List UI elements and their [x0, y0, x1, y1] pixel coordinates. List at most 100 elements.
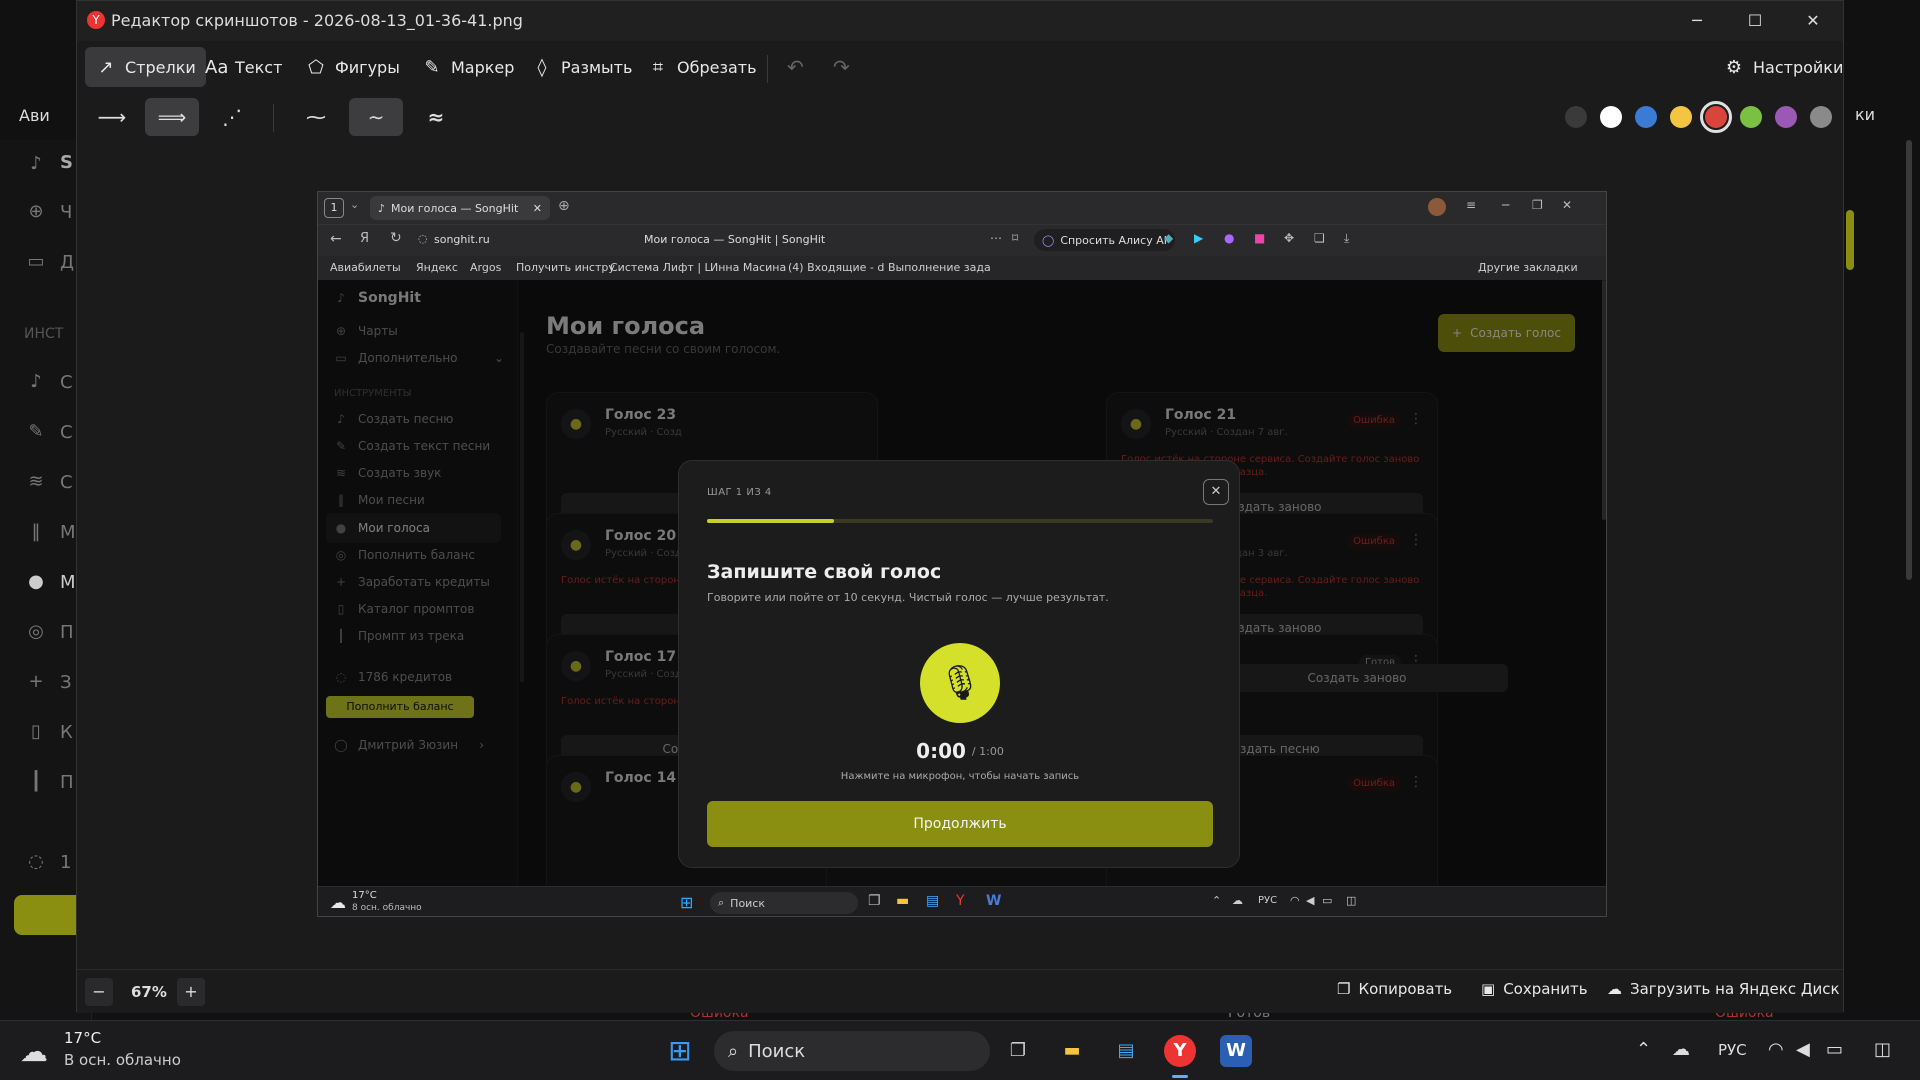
- arrow-style-bold-button[interactable]: ⟹: [145, 98, 199, 136]
- color-swatch[interactable]: [1670, 106, 1692, 128]
- bookmark-item[interactable]: Argos: [470, 261, 501, 274]
- wifi-icon[interactable]: ◠: [1290, 894, 1300, 907]
- color-swatch[interactable]: [1700, 101, 1732, 133]
- arrow-style-dotted-button[interactable]: ⋰: [205, 98, 259, 136]
- other-bookmarks[interactable]: Другие закладки: [1478, 261, 1578, 274]
- stroke-thin-button[interactable]: ⁓: [289, 98, 343, 136]
- stroke-thick-button[interactable]: ≈: [409, 98, 463, 136]
- save-button[interactable]: ▣ Сохранить: [1481, 980, 1588, 998]
- avatar[interactable]: [1428, 198, 1446, 216]
- bookmark-item[interactable]: Выполнение зада: [888, 261, 991, 274]
- yandex-icon[interactable]: Я: [360, 231, 369, 246]
- word-icon[interactable]: W: [986, 893, 1001, 909]
- tool-blur-button[interactable]: ◊ Размыть: [521, 47, 642, 87]
- arrow-style-thin-button[interactable]: ⟶: [85, 98, 139, 136]
- cloud-icon[interactable]: ☁: [1232, 894, 1243, 907]
- battery-icon[interactable]: ▭: [1322, 894, 1332, 907]
- extension-icon[interactable]: ◆: [1164, 231, 1173, 245]
- more-icon[interactable]: ⋯: [990, 231, 1002, 245]
- color-swatch[interactable]: [1810, 106, 1832, 128]
- cloud-icon[interactable]: ☁: [1672, 1039, 1690, 1060]
- word-icon[interactable]: W: [1220, 1035, 1252, 1067]
- file-explorer-icon[interactable]: ▬: [896, 893, 909, 909]
- upload-yandex-disk-button[interactable]: ☁ Загрузить на Яндекс Диск: [1607, 980, 1840, 998]
- modal-backdrop[interactable]: ШАГ 1 ИЗ 4 ✕ Запишите свой голос Говорит…: [318, 280, 1606, 886]
- task-view-icon[interactable]: ❐: [868, 893, 881, 909]
- collections-icon[interactable]: ❏: [1314, 231, 1325, 245]
- tool-crop-button[interactable]: ⌗ Обрезать: [637, 47, 767, 87]
- volume-icon[interactable]: ◀: [1796, 1039, 1810, 1060]
- copy-button[interactable]: ❐ Копировать: [1337, 980, 1452, 998]
- undo-icon[interactable]: ↶: [787, 55, 804, 79]
- notifications-icon[interactable]: ◫: [1874, 1039, 1891, 1060]
- extension-icon[interactable]: ●: [1224, 231, 1234, 245]
- yandex-browser-icon[interactable]: Y: [956, 893, 965, 909]
- ask-alice-button[interactable]: ◯ Спросить Алису AI: [1034, 229, 1176, 251]
- menu-icon[interactable]: ≡: [1466, 198, 1476, 212]
- chevron-up-icon[interactable]: ⌃: [1636, 1039, 1651, 1060]
- restore-icon[interactable]: ❐: [1532, 198, 1543, 212]
- stroke-medium-button[interactable]: ∼: [349, 98, 403, 136]
- color-swatch[interactable]: [1635, 106, 1657, 128]
- volume-icon[interactable]: ◀: [1306, 894, 1314, 907]
- minimize-icon[interactable]: ─: [1502, 198, 1509, 212]
- windows-start-icon[interactable]: ⊞: [680, 893, 693, 912]
- notepad-icon[interactable]: ▤: [926, 893, 939, 909]
- yandex-browser-icon[interactable]: Y: [1164, 1035, 1196, 1067]
- bookmark-item[interactable]: Яндекс: [416, 261, 458, 274]
- bookmark-item[interactable]: Система Лифт | L: [610, 261, 711, 274]
- close-icon[interactable]: ✕: [1562, 198, 1572, 212]
- chevron-up-icon[interactable]: ⌃: [1212, 894, 1221, 907]
- tab-counter[interactable]: 1: [324, 198, 344, 218]
- continue-button[interactable]: Продолжить: [707, 801, 1213, 847]
- color-swatch[interactable]: [1740, 106, 1762, 128]
- redo-icon[interactable]: ↷: [833, 55, 850, 79]
- cloud-upload-icon: ☁: [1607, 980, 1622, 998]
- play-icon[interactable]: ▶: [1194, 231, 1203, 245]
- tool-text-button[interactable]: Aa Текст: [195, 47, 292, 87]
- bookmark-item[interactable]: Получить инстру: [516, 261, 615, 274]
- bookmark-item[interactable]: (4) Входящие - d: [788, 261, 884, 274]
- close-icon[interactable]: ✕: [533, 202, 542, 215]
- browser-tab[interactable]: ♪ Мои голоса — SongHit ✕: [370, 196, 550, 220]
- notifications-icon[interactable]: ◫: [1346, 894, 1356, 907]
- close-icon[interactable]: ✕: [1793, 7, 1833, 35]
- tool-marker-button[interactable]: ✎ Маркер: [411, 47, 524, 87]
- search-box[interactable]: ⌕ Поиск: [710, 892, 858, 914]
- puzzle-icon[interactable]: ✥: [1284, 231, 1294, 245]
- settings-button[interactable]: ⚙ Настройки: [1713, 47, 1853, 87]
- color-swatch[interactable]: [1600, 106, 1622, 128]
- wifi-icon[interactable]: ◠: [1768, 1039, 1784, 1060]
- battery-icon[interactable]: ▭: [1826, 1039, 1843, 1060]
- file-explorer-icon[interactable]: ▬: [1056, 1035, 1088, 1067]
- minimize-icon[interactable]: ─: [1677, 7, 1717, 35]
- windows-start-icon[interactable]: ⊞: [664, 1035, 696, 1067]
- bookmark-icon[interactable]: ⌑: [1012, 231, 1018, 245]
- notepad-icon[interactable]: ▤: [1110, 1035, 1142, 1067]
- language-indicator[interactable]: РУС: [1718, 1041, 1747, 1059]
- bookmark-item[interactable]: Инна Масина: [710, 261, 786, 274]
- tool-shapes-button[interactable]: ⬠ Фигуры: [295, 47, 410, 87]
- color-swatch[interactable]: [1775, 106, 1797, 128]
- screenshot-preview[interactable]: 1 ⌄ ♪ Мои голоса — SongHit ✕ ⊕ ≡ ─ ❐ ✕ ←…: [317, 191, 1607, 917]
- bookmark-item[interactable]: Авиабилеты: [330, 261, 401, 274]
- chevron-down-icon[interactable]: ⌄: [350, 198, 359, 211]
- back-icon[interactable]: ←: [330, 231, 342, 247]
- task-view-icon[interactable]: ❐: [1002, 1035, 1034, 1067]
- search-box[interactable]: ⌕ Поиск: [714, 1031, 990, 1071]
- editor-canvas[interactable]: 1 ⌄ ♪ Мои голоса — SongHit ✕ ⊕ ≡ ─ ❐ ✕ ←…: [77, 141, 1843, 966]
- zoom-out-button[interactable]: −: [85, 978, 113, 1006]
- zoom-in-button[interactable]: +: [177, 978, 205, 1006]
- color-swatch[interactable]: [1565, 106, 1587, 128]
- record-mic-button[interactable]: 🎙: [920, 643, 1000, 723]
- download-icon[interactable]: ⤓: [1344, 231, 1349, 246]
- close-icon[interactable]: ✕: [1203, 479, 1229, 505]
- language-indicator[interactable]: РУС: [1258, 895, 1277, 906]
- new-tab-icon[interactable]: ⊕: [558, 198, 570, 214]
- reload-icon[interactable]: ↻: [390, 230, 402, 246]
- extension-icon[interactable]: ■: [1254, 231, 1265, 245]
- tool-arrows-button[interactable]: ↗ Стрелки: [85, 47, 206, 87]
- settings-label: Настройки: [1753, 57, 1844, 77]
- maximize-icon[interactable]: ☐: [1735, 7, 1775, 35]
- url-field[interactable]: songhit.ru: [434, 233, 490, 246]
